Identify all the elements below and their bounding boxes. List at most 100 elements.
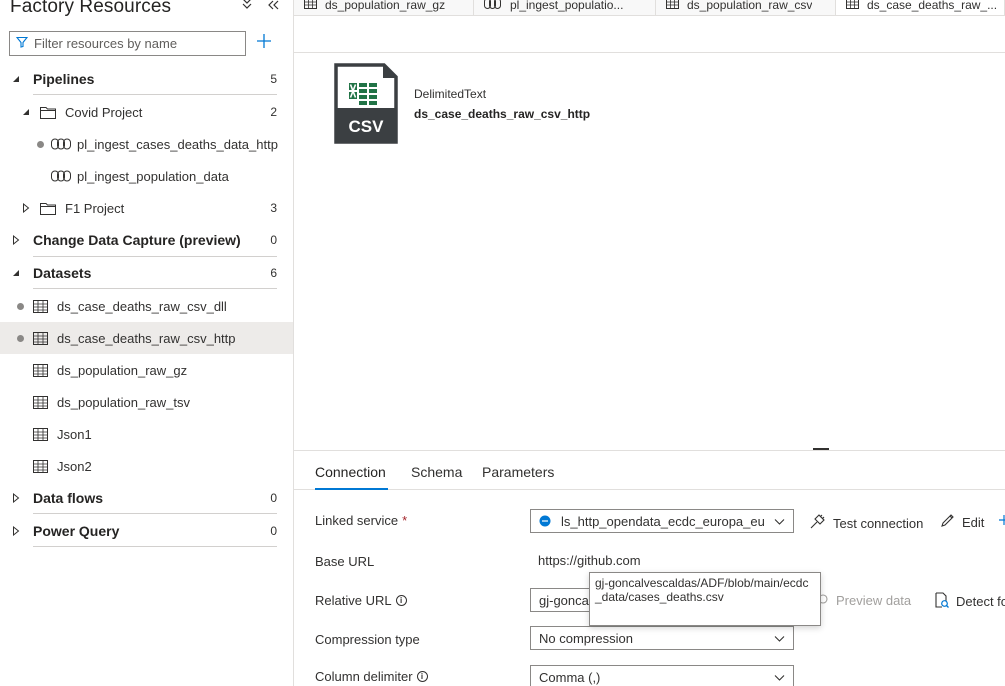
tab-ds-population-raw-csv[interactable]: ds_population_raw_csv xyxy=(656,0,836,15)
tree-pipelines[interactable]: Pipelines 5 xyxy=(0,63,293,95)
linked-service-label: Linked service * xyxy=(315,513,408,528)
column-delimiter-value: Comma (,) xyxy=(539,669,601,685)
column-delimiter-label: Column delimiter i xyxy=(315,669,428,684)
folder-icon xyxy=(40,202,56,215)
filter-resources-input[interactable] xyxy=(34,36,234,51)
pipeline-icon xyxy=(51,138,71,150)
detect-format-button[interactable]: Detect fo xyxy=(934,592,1005,611)
required-mark: * xyxy=(402,513,408,528)
sidebar-header: Factory Resources xyxy=(10,0,290,22)
pipeline-icon xyxy=(51,170,71,182)
datasets-count: 6 xyxy=(270,266,277,280)
collapsed-triangle-icon[interactable] xyxy=(11,235,21,245)
collapse-all-icon[interactable] xyxy=(240,0,254,13)
separator xyxy=(33,513,277,514)
dataset-label: Json2 xyxy=(57,458,92,474)
info-icon[interactable]: i xyxy=(395,595,407,606)
relative-url-label: Relative URL i xyxy=(315,593,407,608)
cdc-label: Change Data Capture (preview) xyxy=(33,232,241,248)
edit-linked-service-button[interactable]: Edit xyxy=(940,513,984,531)
separator xyxy=(33,288,277,289)
factory-resources-panel: Factory Resources Pipelines 5 xyxy=(0,0,294,686)
table-icon xyxy=(33,331,48,345)
pipeline-label: pl_ingest_population_data xyxy=(77,168,229,184)
pipeline-icon xyxy=(484,0,502,12)
http-linked-service-icon xyxy=(539,515,551,527)
tree-item-dataset-selected[interactable]: ds_case_deaths_raw_csv_http xyxy=(0,322,293,354)
linked-service-dropdown[interactable]: ls_http_opendata_ecdc_europa_eu xyxy=(530,509,794,533)
unsaved-dot xyxy=(17,334,24,342)
folder-count: 2 xyxy=(270,105,277,119)
test-connection-button[interactable]: Test connection xyxy=(809,513,923,533)
collapsed-triangle-icon[interactable] xyxy=(21,203,31,213)
tree-item-dataset[interactable]: Json1 xyxy=(0,418,293,450)
tab-connection[interactable]: Connection xyxy=(315,464,386,480)
csv-file-icon[interactable]: CSV xyxy=(334,63,398,147)
active-tab-indicator xyxy=(315,488,388,490)
collapsed-triangle-icon[interactable] xyxy=(11,526,21,536)
tab-schema[interactable]: Schema xyxy=(411,464,462,480)
dataset-label: Json1 xyxy=(57,426,92,442)
editor-tab-bar: ds_population_raw_gz pl_ingest_populatio… xyxy=(294,0,1005,16)
pipelines-label: Pipelines xyxy=(33,71,95,87)
collapsed-triangle-icon[interactable] xyxy=(11,493,21,503)
filter-resources-box[interactable] xyxy=(9,31,246,56)
tree-item-pipeline[interactable]: pl_ingest_population_data xyxy=(0,160,293,192)
table-icon xyxy=(33,299,48,313)
table-icon xyxy=(33,459,48,473)
sidebar-title: Factory Resources xyxy=(10,0,172,17)
compression-type-label: Compression type xyxy=(315,632,420,647)
tree-datasets[interactable]: Datasets 6 xyxy=(0,257,293,289)
powerquery-label: Power Query xyxy=(33,523,120,539)
tree-item-dataset[interactable]: ds_case_deaths_raw_csv_dll xyxy=(0,290,293,322)
detect-format-icon xyxy=(934,592,949,611)
base-url-label: Base URL xyxy=(315,554,375,569)
tab-pl-ingest-population[interactable]: pl_ingest_populatio... xyxy=(474,0,656,15)
expanded-triangle-icon[interactable] xyxy=(11,74,21,84)
plus-icon xyxy=(999,513,1005,530)
pencil-icon xyxy=(940,513,955,531)
table-icon xyxy=(33,363,48,377)
collapse-panel-icon[interactable] xyxy=(266,0,280,13)
tree-item-dataset[interactable]: ds_population_raw_tsv xyxy=(0,386,293,418)
folder-label: F1 Project xyxy=(65,200,125,216)
dataset-type: DelimitedText xyxy=(414,87,487,101)
tree-power-query[interactable]: Power Query 0 xyxy=(0,515,293,547)
tree-item-dataset[interactable]: Json2 xyxy=(0,450,293,482)
expanded-triangle-icon[interactable] xyxy=(21,107,31,117)
tree-item-pipeline[interactable]: pl_ingest_cases_deaths_data_http xyxy=(0,128,293,160)
tree-folder-covid-project[interactable]: Covid Project 2 xyxy=(0,96,293,128)
tab-ds-case-deaths-raw[interactable]: ds_case_deaths_raw_... xyxy=(836,0,1005,15)
table-icon xyxy=(33,395,48,409)
panel-resize-handle[interactable] xyxy=(813,448,829,450)
tab-ds-population-raw-gz[interactable]: ds_population_raw_gz xyxy=(294,0,474,15)
relative-url-tooltip: gj-goncalvescaldas/ADF/blob/main/ecdc_da… xyxy=(589,572,821,626)
base-url-value: https://github.com xyxy=(538,553,641,568)
tab-parameters[interactable]: Parameters xyxy=(482,464,554,480)
add-resource-button[interactable] xyxy=(254,31,274,55)
chevron-down-icon xyxy=(774,671,785,686)
unsaved-dot xyxy=(17,302,24,310)
expanded-triangle-icon[interactable] xyxy=(11,268,21,278)
tree-item-dataset[interactable]: ds_population_raw_gz xyxy=(0,354,293,386)
table-icon xyxy=(666,0,679,12)
dataset-label: ds_population_raw_tsv xyxy=(57,394,190,410)
dataset-label: ds_case_deaths_raw_csv_http xyxy=(57,330,236,346)
separator xyxy=(33,546,277,547)
linked-service-value: ls_http_opendata_ecdc_europa_eu xyxy=(561,513,765,529)
powerquery-count: 0 xyxy=(270,524,277,538)
preview-data-button[interactable]: Preview data xyxy=(817,592,911,609)
chevron-down-icon xyxy=(774,515,785,530)
tree-change-data-capture[interactable]: Change Data Capture (preview) 0 xyxy=(0,224,293,256)
dataset-label: ds_case_deaths_raw_csv_dll xyxy=(57,298,227,314)
info-icon[interactable]: i xyxy=(416,671,428,682)
tree-folder-f1-project[interactable]: F1 Project 3 xyxy=(0,192,293,224)
compression-type-dropdown[interactable]: No compression xyxy=(530,626,794,650)
dataset-label: ds_population_raw_gz xyxy=(57,362,188,378)
cdc-count: 0 xyxy=(270,233,277,247)
tree-data-flows[interactable]: Data flows 0 xyxy=(0,482,293,514)
column-delimiter-dropdown[interactable]: Comma (,) xyxy=(530,665,794,686)
new-linked-service-button[interactable] xyxy=(999,513,1005,530)
filter-icon xyxy=(15,36,29,51)
canvas-toolbar-divider xyxy=(294,52,1005,53)
